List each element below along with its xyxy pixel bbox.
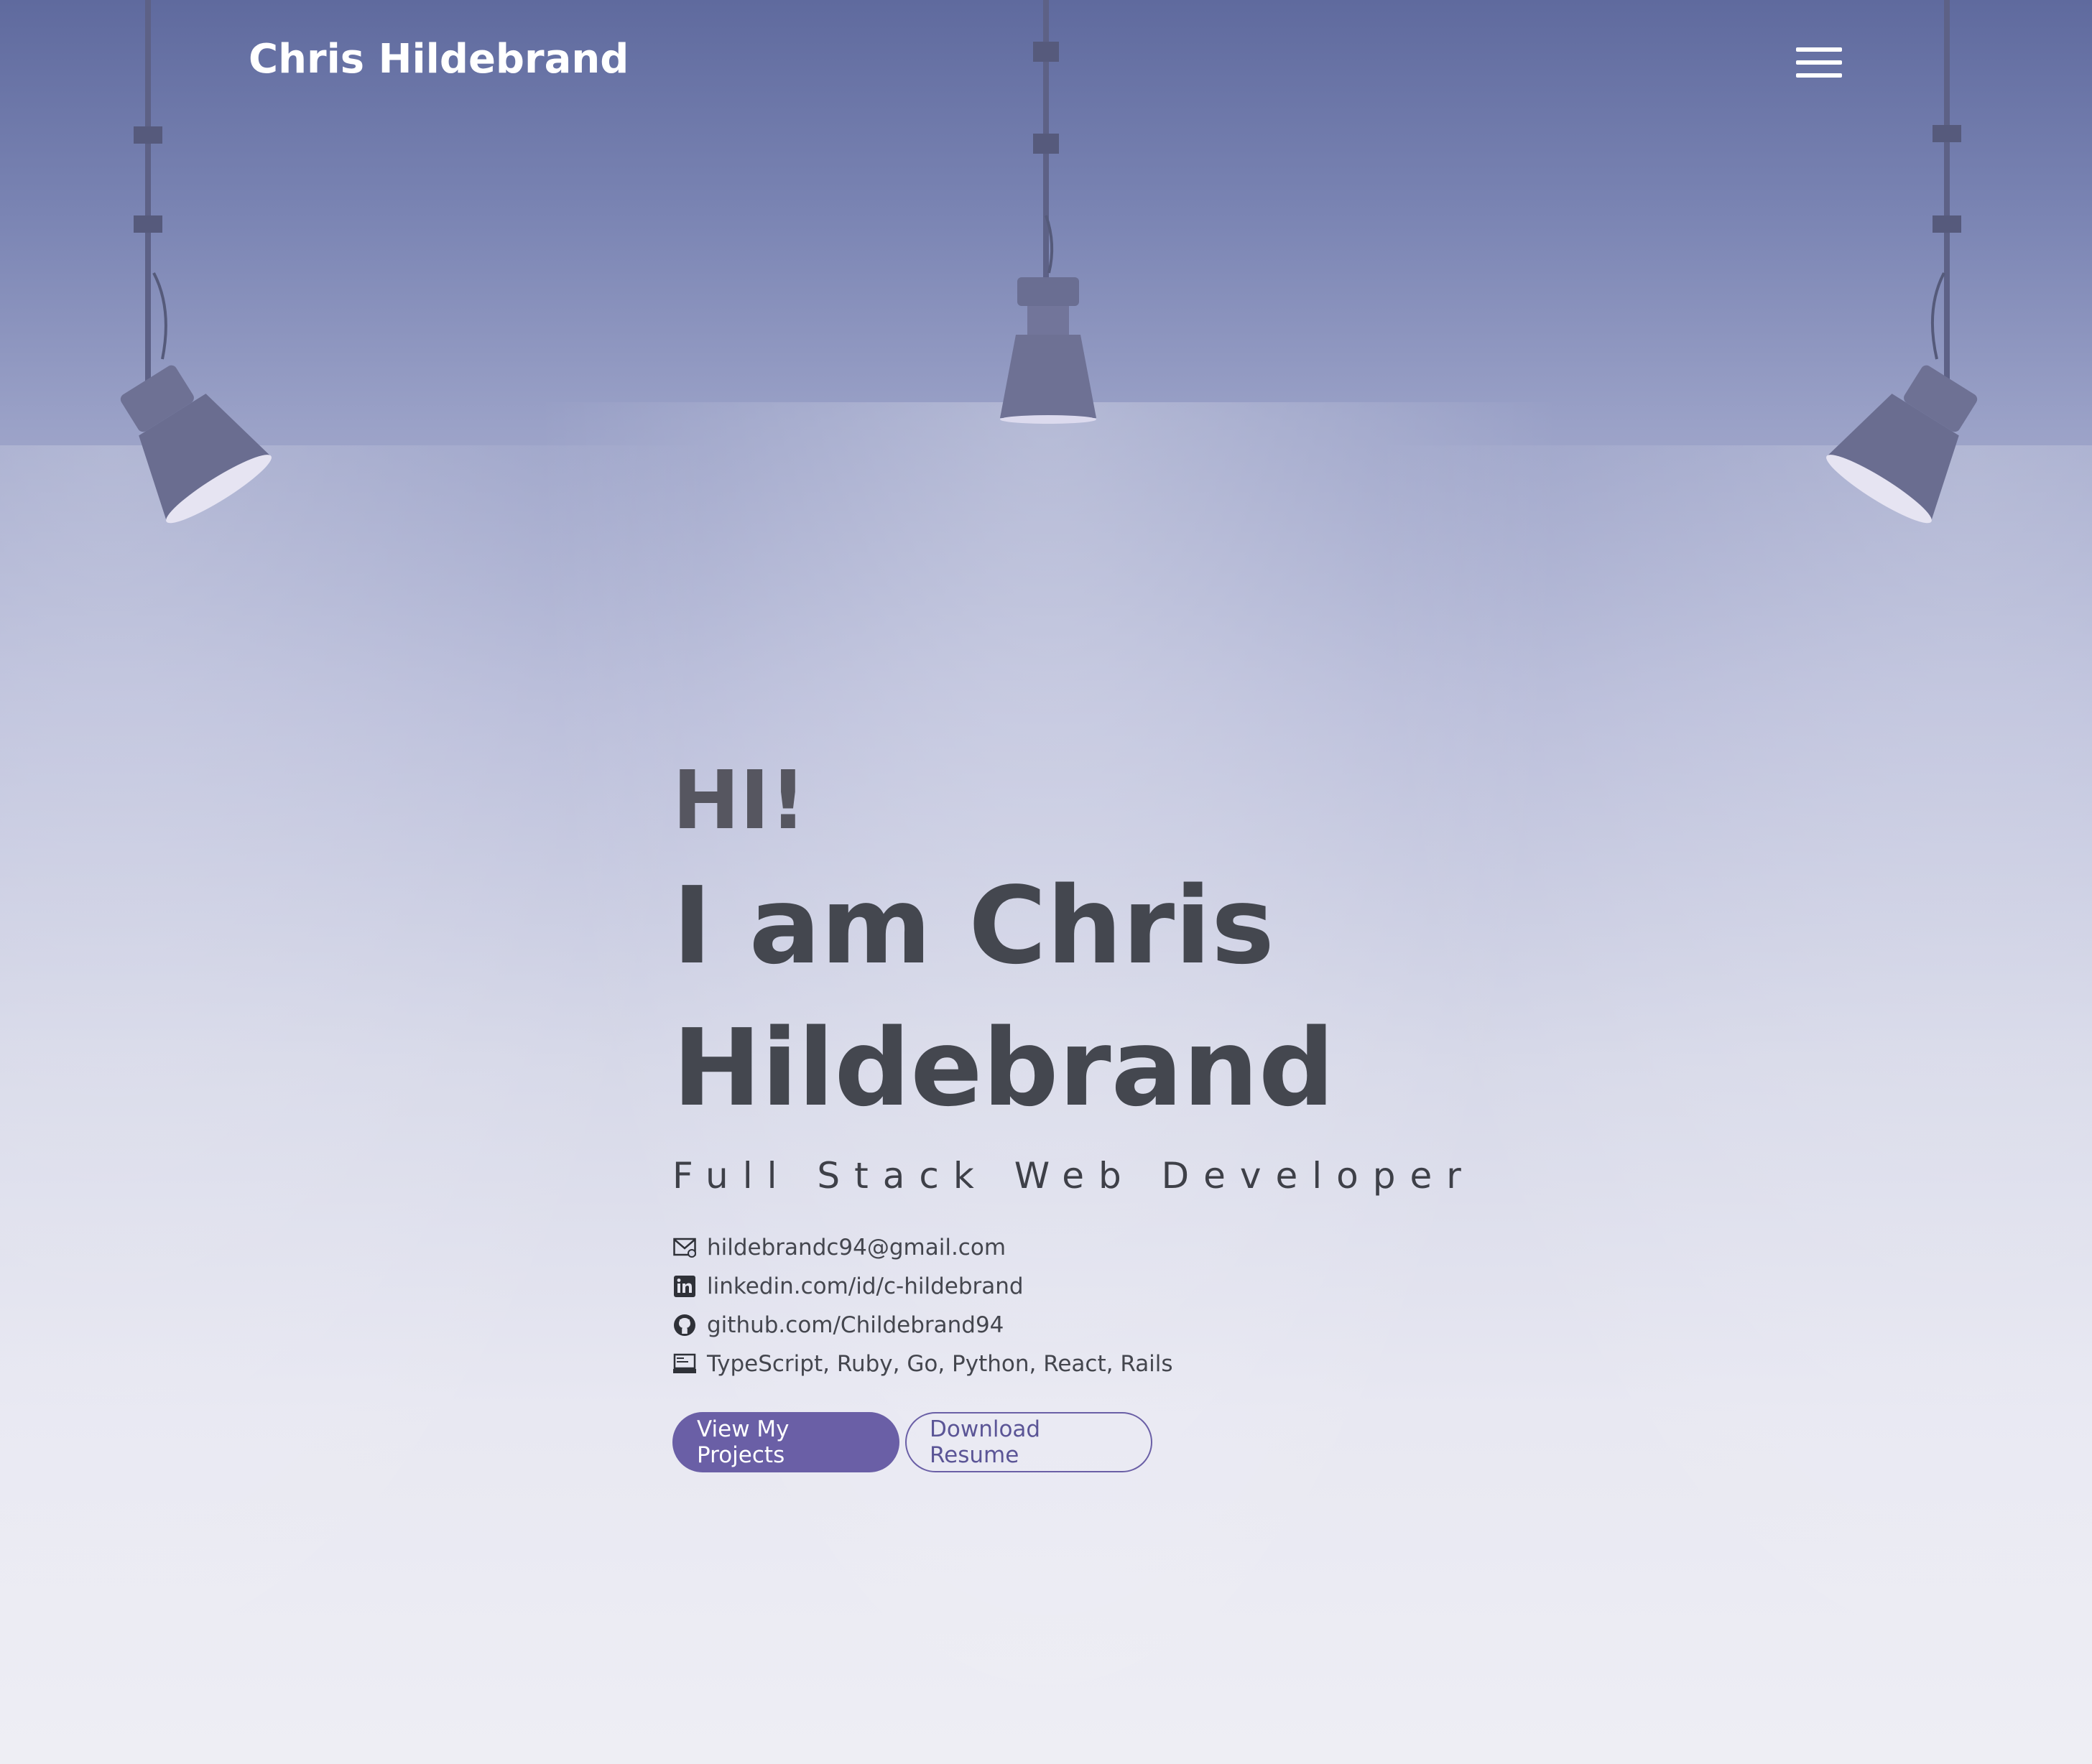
contact-github-text: github.com/Childebrand94 (707, 1312, 1004, 1338)
contact-linkedin-text: linkedin.com/id/c-hildebrand (707, 1273, 1024, 1299)
menu-bar (1796, 47, 1842, 52)
contact-github[interactable]: github.com/Childebrand94 (672, 1306, 1535, 1345)
laptop-icon (672, 1352, 697, 1376)
contact-email-text: hildebrandc94@gmail.com (707, 1235, 1006, 1261)
contact-skills-text: TypeScript, Ruby, Go, Python, React, Rai… (707, 1351, 1173, 1377)
email-icon (672, 1235, 697, 1260)
menu-bar (1796, 60, 1842, 65)
site-brand[interactable]: Chris Hildebrand (249, 36, 629, 83)
hero-section: HI! I am Chris Hildebrand Full Stack Web… (672, 754, 1535, 1472)
contact-linkedin[interactable]: linkedin.com/id/c-hildebrand (672, 1267, 1535, 1306)
hamburger-menu-icon[interactable] (1796, 45, 1842, 80)
spotlight-right-icon (1826, 0, 1978, 524)
spotlight-center-icon (1000, 0, 1096, 424)
contact-list: hildebrandc94@gmail.com linkedin.com/id/… (672, 1228, 1535, 1383)
download-resume-button[interactable]: Download Resume (905, 1412, 1152, 1472)
light-beam-left (0, 445, 718, 1764)
linkedin-icon (672, 1274, 697, 1299)
hero-actions: View My Projects Download Resume (672, 1412, 1535, 1472)
contact-skills: TypeScript, Ruby, Go, Python, React, Rai… (672, 1345, 1535, 1383)
hero-greeting: HI! (672, 754, 807, 848)
view-projects-button[interactable]: View My Projects (672, 1412, 899, 1472)
hero-name: I am Chris Hildebrand (672, 864, 1335, 1130)
spotlight-left-icon (120, 0, 272, 524)
menu-bar (1796, 73, 1842, 78)
hero-role: Full Stack Web Developer (672, 1155, 1476, 1197)
contact-email[interactable]: hildebrandc94@gmail.com (672, 1228, 1535, 1267)
github-icon (672, 1313, 697, 1337)
